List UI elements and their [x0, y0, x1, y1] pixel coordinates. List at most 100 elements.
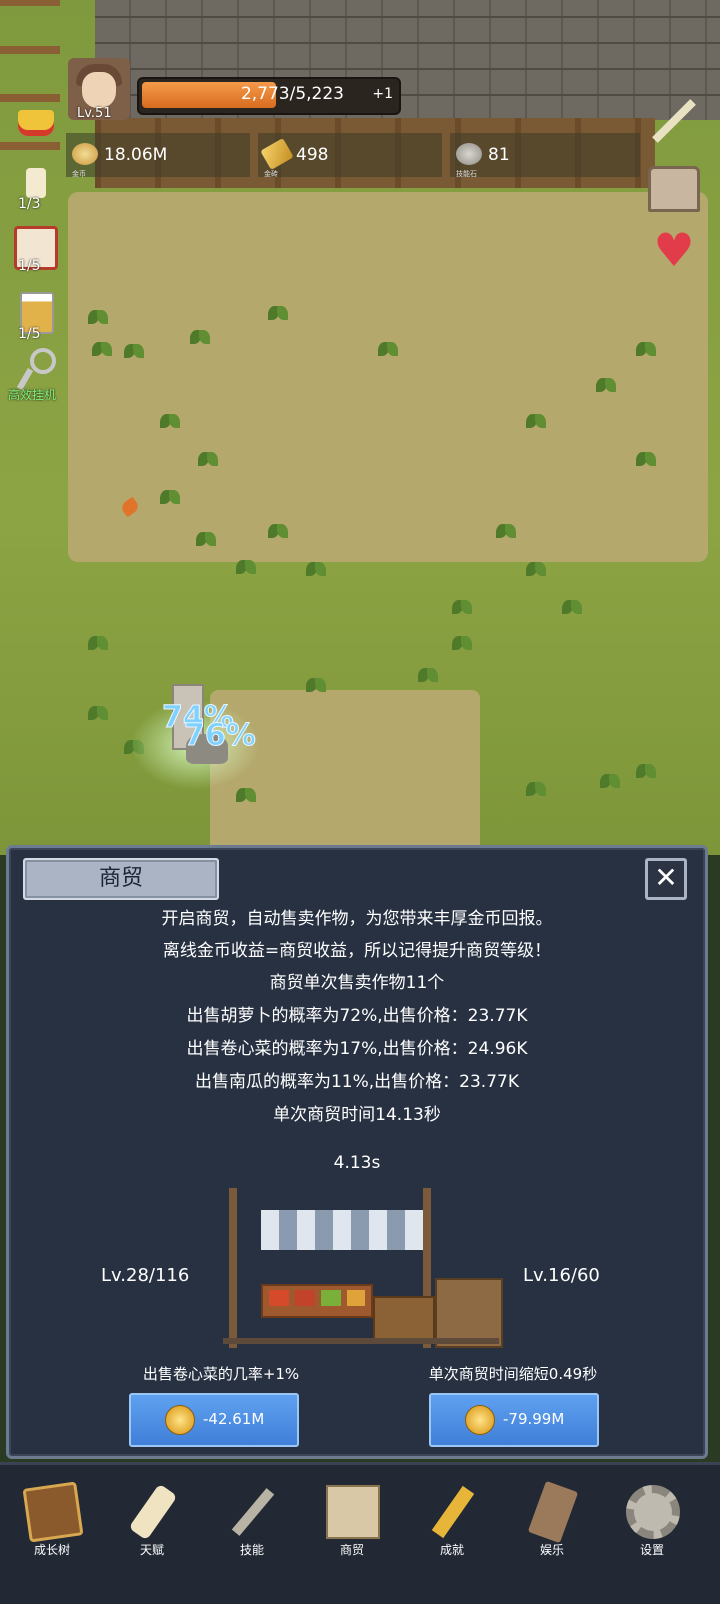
crop-sprout [160, 490, 182, 508]
gold-bar-caption: 金砖 [264, 170, 278, 178]
crop-sprout [378, 342, 400, 360]
nav-label: 商贸 [339, 1543, 364, 1557]
gold-value: 18.06M [104, 145, 168, 165]
nav-label: 娱乐 [539, 1543, 564, 1557]
candle-icon[interactable]: 1/3 [14, 160, 58, 212]
nav-entertainment[interactable]: 娱乐 [502, 1477, 602, 1587]
left-upgrade-button[interactable]: -42.61M [129, 1393, 299, 1447]
gold-bar-value: 498 [296, 145, 329, 165]
farm-field-lower [210, 690, 480, 855]
crop-sprout [526, 782, 548, 800]
dice-count: 1/5 [18, 258, 41, 274]
crop-sprout [636, 452, 658, 470]
panel-title: 商贸 [23, 858, 219, 900]
float-percent: 76% [184, 718, 257, 754]
crop-sprout [418, 668, 440, 686]
crown-icon[interactable] [14, 102, 58, 146]
crop-sprout [306, 562, 328, 580]
auto-idle-label: 高效挂机 [8, 388, 57, 402]
nav-label: 天赋 [139, 1543, 164, 1557]
crop-sprout [268, 524, 290, 542]
nav-growth-tree[interactable]: 成长树 [2, 1477, 102, 1587]
key-icon[interactable]: 高效挂机 [6, 346, 66, 402]
gold-coin-icon [465, 1405, 495, 1435]
left-upgrade-level: Lv.28/116 [101, 1265, 190, 1286]
nav-trade[interactable]: 商贸 [302, 1477, 402, 1587]
beer-icon[interactable]: 1/5 [14, 290, 58, 342]
candle-count: 1/3 [18, 196, 41, 212]
skill-stone-caption: 技能石 [456, 170, 477, 178]
skill-stone-icon [456, 143, 482, 165]
crop-sprout [198, 452, 220, 470]
crop-sprout [124, 344, 146, 362]
right-upgrade-button[interactable]: -79.99M [429, 1393, 599, 1447]
close-icon: ✕ [654, 861, 678, 894]
farm-scene[interactable]: 74% 76% [0, 0, 720, 855]
crop-sprout [88, 636, 110, 654]
beer-count: 1/5 [18, 326, 41, 342]
gold-bar-icon [260, 137, 294, 171]
crop-sprout [196, 532, 218, 550]
desc-line: 离线金币收益=商贸收益，所以记得提升商贸等级！ [162, 941, 552, 961]
sword-icon[interactable] [648, 99, 700, 150]
crop-sprout [160, 414, 182, 432]
crop-sprout [596, 378, 618, 396]
crop-sprout [496, 524, 518, 542]
nav-settings[interactable]: 设置 [602, 1477, 702, 1587]
crop-sprout [88, 706, 110, 724]
sword-icon [231, 1488, 275, 1536]
map-icon [326, 1485, 380, 1539]
crop-sprout [88, 310, 110, 328]
book-icon [22, 1481, 84, 1543]
crop-sprout [600, 774, 622, 792]
desc-line: 开启商贸，自动售卖作物，为您带来丰厚金币回报。 [161, 909, 553, 929]
gold-bar-resource[interactable]: 498 金砖 [258, 133, 442, 178]
nav-label: 技能 [239, 1543, 264, 1557]
desc-line: 出售南瓜的概率为11%,出售价格：23.77K [194, 1072, 519, 1092]
nav-label: 成长树 [33, 1543, 70, 1557]
gold-coin-icon [72, 143, 98, 165]
chest-icon[interactable] [648, 164, 700, 214]
crop-sprout [236, 788, 258, 806]
left-upgrade-caption: 出售卷心菜的几率+1% [142, 1365, 300, 1383]
gold-coin-icon [165, 1405, 195, 1435]
nav-achievement[interactable]: 成就 [402, 1477, 502, 1587]
crop-sprout [452, 636, 474, 654]
skill-stone-resource[interactable]: 81 技能石 [450, 133, 640, 178]
nav-label: 设置 [639, 1543, 664, 1557]
right-upgrade-cost: -79.99M [503, 1410, 565, 1428]
crop-sprout [306, 678, 328, 696]
trade-panel: 商贸 ✕ 开启商贸，自动售卖作物，为您带来丰厚金币回报。 离线金币收益=商贸收益… [6, 845, 708, 1459]
desc-line: 出售胡萝卜的概率为72%,出售价格：23.77K [186, 1006, 528, 1026]
heart-icon[interactable]: ♥ [648, 226, 700, 276]
crop-sprout [236, 560, 258, 578]
xp-bar: 2,773/5,223 +1 [137, 77, 401, 115]
xp-text: 2,773/5,223 [240, 84, 344, 104]
scroll-icon [128, 1483, 178, 1541]
desc-line: 单次商贸时间14.13秒 [273, 1105, 441, 1125]
xp-bonus: +1 [372, 86, 393, 102]
nav-label: 成就 [439, 1543, 464, 1557]
dice-icon[interactable]: 1/5 [14, 226, 58, 274]
bottom-nav: 成长树 天赋 技能 商贸 成就 娱乐 设置 [0, 1462, 720, 1604]
gold-caption: 金币 [72, 170, 86, 178]
gold-resource[interactable]: 18.06M 金币 [66, 133, 250, 178]
skill-stone-value: 81 [488, 145, 510, 165]
desc-line: 商贸单次售卖作物11个 [269, 973, 445, 993]
market-stall [223, 1188, 503, 1348]
crop-sprout [526, 562, 548, 580]
gear-icon [626, 1485, 680, 1539]
player-level: Lv.51 [77, 106, 112, 121]
crop-sprout [452, 600, 474, 618]
left-upgrade-cost: -42.61M [203, 1410, 265, 1428]
paper-icon [527, 1480, 579, 1544]
crop-sprout [268, 306, 290, 324]
nav-talent[interactable]: 天赋 [102, 1477, 202, 1587]
crop-sprout [526, 414, 548, 432]
right-upgrade-caption: 单次商贸时间缩短0.49秒 [428, 1365, 598, 1383]
nav-skill[interactable]: 技能 [202, 1477, 302, 1587]
trade-timer: 4.13s [333, 1153, 381, 1173]
close-button[interactable]: ✕ [645, 858, 687, 900]
desc-line: 出售卷心菜的概率为17%,出售价格：24.96K [186, 1039, 528, 1059]
crop-sprout [562, 600, 584, 618]
